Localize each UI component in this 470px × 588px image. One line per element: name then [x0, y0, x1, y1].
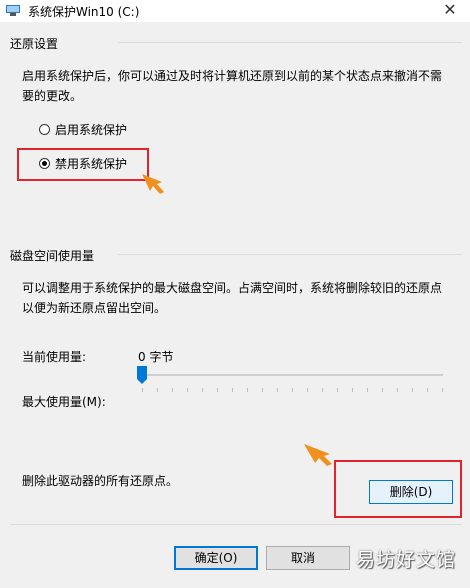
- radio-button[interactable]: [39, 124, 50, 135]
- restore-settings-heading: 还原设置: [10, 37, 59, 51]
- disk-description-line: 可以调整用于系统保护的最大磁盘空间。占满空间时，系统将删除较旧的还原点: [22, 281, 443, 295]
- slider-tick: [427, 388, 428, 392]
- radio-enable-protection[interactable]: 启用系统保护: [39, 121, 127, 138]
- slider-tick: [262, 388, 263, 392]
- slider-tick: [157, 388, 158, 392]
- slider-tick: [277, 388, 278, 392]
- max-usage-slider-track[interactable]: [138, 374, 443, 376]
- slider-tick: [352, 388, 353, 392]
- slider-tick: [202, 388, 203, 392]
- restore-description-line: 启用系统保护后，你可以通过及时将计算机还原到以前的某个状态点来撤消不需: [22, 69, 443, 83]
- slider-tick: [217, 388, 218, 392]
- current-usage-label: 当前使用量:: [22, 350, 87, 364]
- slider-tick: [367, 388, 368, 392]
- system-properties-icon: [6, 5, 20, 16]
- cancel-button[interactable]: 取消: [266, 546, 350, 570]
- arrow-pointer-icon: [304, 444, 332, 466]
- slider-tick: [172, 388, 173, 392]
- slider-tick: [232, 388, 233, 392]
- slider-tick: [442, 388, 443, 392]
- ok-button[interactable]: 确定(O): [174, 546, 258, 570]
- slider-tick: [247, 388, 248, 392]
- restore-description-line: 要的更改。: [22, 89, 83, 103]
- disk-usage-heading: 磁盘空间使用量: [10, 249, 95, 263]
- current-usage-value: 0 字节: [138, 350, 174, 364]
- highlight-box: [334, 460, 462, 518]
- slider-tick: [142, 388, 143, 392]
- slider-tick: [292, 388, 293, 392]
- slider-tick: [382, 388, 383, 392]
- title-bar: 系统保护Win10 (C:) ✕: [0, 0, 470, 22]
- slider-tick: [337, 388, 338, 392]
- group-divider: [118, 254, 462, 255]
- slider-tick: [322, 388, 323, 392]
- radio-label: 启用系统保护: [55, 123, 128, 137]
- disk-description: 可以调整用于系统保护的最大磁盘空间。占满空间时，系统将删除较旧的还原点 以便为新…: [22, 278, 462, 318]
- slider-tick: [397, 388, 398, 392]
- slider-tick: [187, 388, 188, 392]
- close-button[interactable]: ✕: [430, 0, 470, 22]
- close-icon: ✕: [443, 0, 457, 19]
- restore-description: 启用系统保护后，你可以通过及时将计算机还原到以前的某个状态点来撤消不需 要的更改…: [22, 66, 462, 106]
- arrow-pointer-icon: [142, 174, 164, 194]
- group-divider: [118, 42, 462, 43]
- watermark-text: 易坊好文馆: [355, 549, 456, 571]
- highlight-box: [17, 148, 149, 181]
- footer-divider: [10, 524, 462, 525]
- window-title: 系统保护Win10 (C:): [28, 5, 140, 19]
- disk-description-line: 以便为新还原点留出空间。: [22, 301, 167, 315]
- slider-tick: [412, 388, 413, 392]
- slider-tick: [307, 388, 308, 392]
- delete-restore-points-label: 删除此驱动器的所有还原点。: [22, 474, 179, 488]
- max-usage-label: 最大使用量(M):: [22, 395, 106, 409]
- max-usage-slider-thumb[interactable]: [137, 366, 147, 384]
